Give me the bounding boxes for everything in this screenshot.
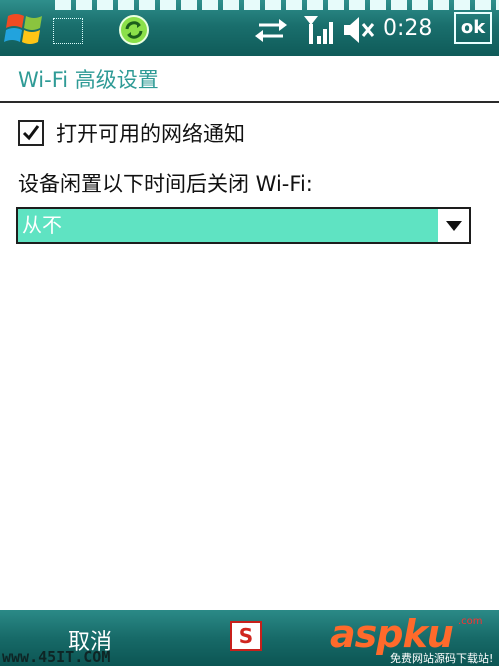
notify-networks-checkbox[interactable] [18,120,44,146]
clock[interactable]: 0:28 [383,13,432,45]
status-bar: 0:28 ok [0,0,499,56]
input-method-label: S [238,624,254,648]
watermark-tag: .com [458,616,483,627]
input-method-icon[interactable]: S [230,621,262,651]
sync-icon[interactable] [118,14,150,46]
signal-strength-icon[interactable] [302,12,336,46]
watermark-45it: www.45IT.COM [2,648,111,666]
dropdown-arrow-icon[interactable] [443,219,465,233]
ok-button[interactable]: ok [454,12,492,44]
idle-timeout-dropdown[interactable]: 从不 [16,207,471,244]
checkmark-icon [22,125,40,141]
windows-start-icon[interactable] [2,6,48,52]
notification-icon[interactable] [53,18,83,44]
speaker-muted-icon[interactable] [341,14,377,46]
title-divider [0,101,499,103]
dropdown-selected-value[interactable]: 从不 [18,209,438,242]
notify-networks-label[interactable]: 打开可用的网络通知 [56,118,245,148]
page-title: Wi-Fi 高级设置 [18,68,159,92]
watermark-subtitle: 免费网站源码下载站! [390,652,494,665]
idle-timeout-label: 设备闲置以下时间后关闭 Wi-Fi: [18,172,313,196]
connectivity-arrows-icon[interactable] [253,16,289,44]
watermark-aspku: aspku .com 免费网站源码下载站! [330,612,498,666]
status-bar-dashes [55,0,499,10]
softkey-bar: 取消 S www.45IT.COM aspku .com 免费网站源码下载站! [0,610,499,666]
